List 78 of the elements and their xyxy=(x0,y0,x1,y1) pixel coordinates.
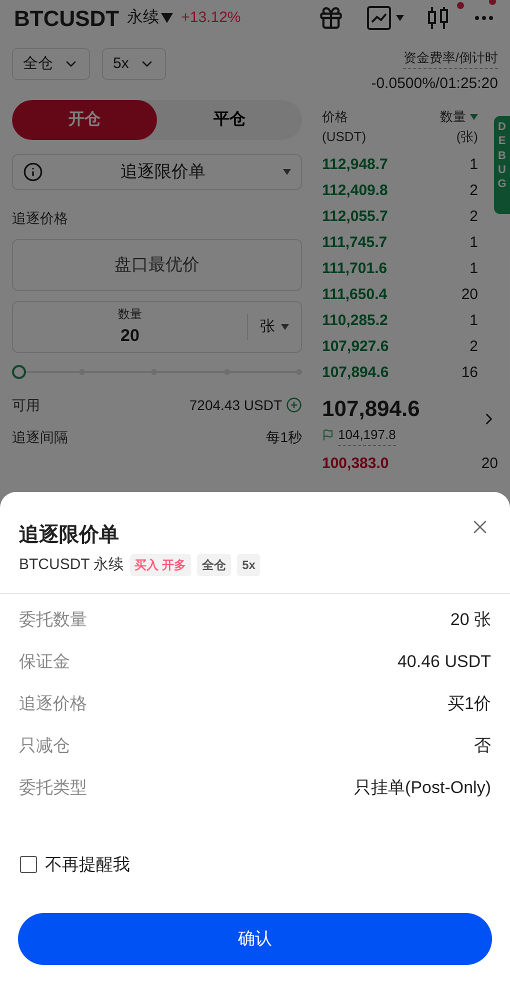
ask-quantity: 1 xyxy=(470,310,478,331)
contract-selector[interactable]: 永续 xyxy=(127,6,174,30)
ask-price: 110,285.2 xyxy=(322,310,388,331)
info-icon xyxy=(23,162,43,182)
price-change: +13.12% xyxy=(181,8,241,28)
ask-quantity: 2 xyxy=(470,336,478,357)
ask-price: 112,055.7 xyxy=(322,206,388,227)
info-value: 7204.43 USDT xyxy=(189,396,282,414)
caret-icon xyxy=(283,169,291,175)
trade-tab[interactable]: 平仓 xyxy=(157,100,302,140)
dialog-title: 追逐限价单 xyxy=(19,523,120,548)
detail-value: 否 xyxy=(474,734,491,757)
quantity-value: 20 xyxy=(120,325,140,348)
trade-tab[interactable]: 开仓 xyxy=(12,100,157,140)
quantity-header[interactable]: 数量 xyxy=(440,107,478,126)
ask-quantity: 1 xyxy=(470,258,478,279)
tag: 5x xyxy=(237,554,260,576)
bid-quantity: 20 xyxy=(481,454,498,474)
chase-price-field[interactable]: 盘口最优价 xyxy=(12,239,302,291)
quantity-label: 数量 xyxy=(118,306,142,324)
detail-value: 40.46 USDT xyxy=(397,650,491,673)
gift-icon[interactable] xyxy=(318,5,344,31)
quantity-unit: (张) xyxy=(456,128,478,146)
ask-price: 112,409.8 xyxy=(322,180,388,201)
ask-price: 111,650.4 xyxy=(322,284,388,305)
symbol-title: BTCUSDT xyxy=(14,4,120,32)
quantity-field[interactable]: 数量 20 张 xyxy=(12,301,302,353)
info-value: 每1秒 xyxy=(266,428,302,446)
caret-icon[interactable] xyxy=(396,15,404,21)
tag: 买入 开多 xyxy=(130,554,192,576)
candlestick-icon[interactable] xyxy=(426,5,450,31)
detail-value: 买1价 xyxy=(448,692,491,715)
caret-icon xyxy=(470,114,478,120)
ask-price: 107,894.6 xyxy=(322,362,389,383)
ask-quantity: 2 xyxy=(470,180,478,201)
order-type-select[interactable]: 追逐限价单 xyxy=(12,154,302,190)
ask-quantity: 1 xyxy=(470,154,478,175)
ask-quantity: 2 xyxy=(470,206,478,227)
ask-price: 111,745.7 xyxy=(322,232,388,253)
tag: 全仓 xyxy=(197,554,232,576)
remind-checkbox[interactable] xyxy=(20,856,37,873)
detail-label: 追逐价格 xyxy=(19,692,87,715)
ask-quantity: 1 xyxy=(470,232,478,253)
quantity-slider[interactable] xyxy=(12,365,302,379)
last-price: 107,894.6 xyxy=(322,395,420,423)
dialog-subtitle: BTCUSDT 永续 xyxy=(19,555,124,575)
ask-price: 111,701.6 xyxy=(322,258,388,279)
slider-thumb[interactable] xyxy=(12,365,26,379)
funding-value: -0.0500%/01:25:20 xyxy=(371,74,498,94)
mark-price[interactable]: 104,197.8 xyxy=(338,425,396,446)
detail-value: 20 张 xyxy=(450,608,491,631)
ask-quantity: 16 xyxy=(461,362,478,383)
info-label: 可用 xyxy=(12,396,40,414)
caret-icon xyxy=(281,324,289,330)
ask-quantity: 20 xyxy=(461,284,478,305)
leverage-select[interactable]: 5x xyxy=(102,48,166,80)
debug-tab[interactable]: DEBUG xyxy=(494,116,510,214)
detail-label: 只减仓 xyxy=(19,734,70,757)
remind-label: 不再提醒我 xyxy=(45,854,130,876)
unit-selector[interactable]: 张 xyxy=(248,316,301,338)
price-unit: (USDT) xyxy=(322,128,366,146)
price-header: 价格 xyxy=(322,108,349,126)
detail-value: 只挂单(Post-Only) xyxy=(354,776,491,799)
funding-label[interactable]: 资金费率/倒计时 xyxy=(403,48,498,68)
margin-mode-select[interactable]: 全仓 xyxy=(12,48,90,80)
detail-label: 委托类型 xyxy=(19,776,87,799)
ask-price: 112,948.7 xyxy=(322,154,388,175)
add-icon[interactable] xyxy=(286,397,302,413)
detail-label: 委托数量 xyxy=(19,608,87,631)
chart-icon[interactable] xyxy=(366,5,392,31)
caret-icon xyxy=(161,13,174,23)
info-label: 追逐间隔 xyxy=(12,428,68,446)
chase-price-label: 追逐价格 xyxy=(12,209,68,228)
flag-icon xyxy=(322,429,334,442)
ask-price: 107,927.6 xyxy=(322,336,389,357)
bid-price: 100,383.0 xyxy=(322,454,389,474)
detail-label: 保证金 xyxy=(19,650,70,673)
confirm-button[interactable]: 确认 xyxy=(18,913,492,965)
